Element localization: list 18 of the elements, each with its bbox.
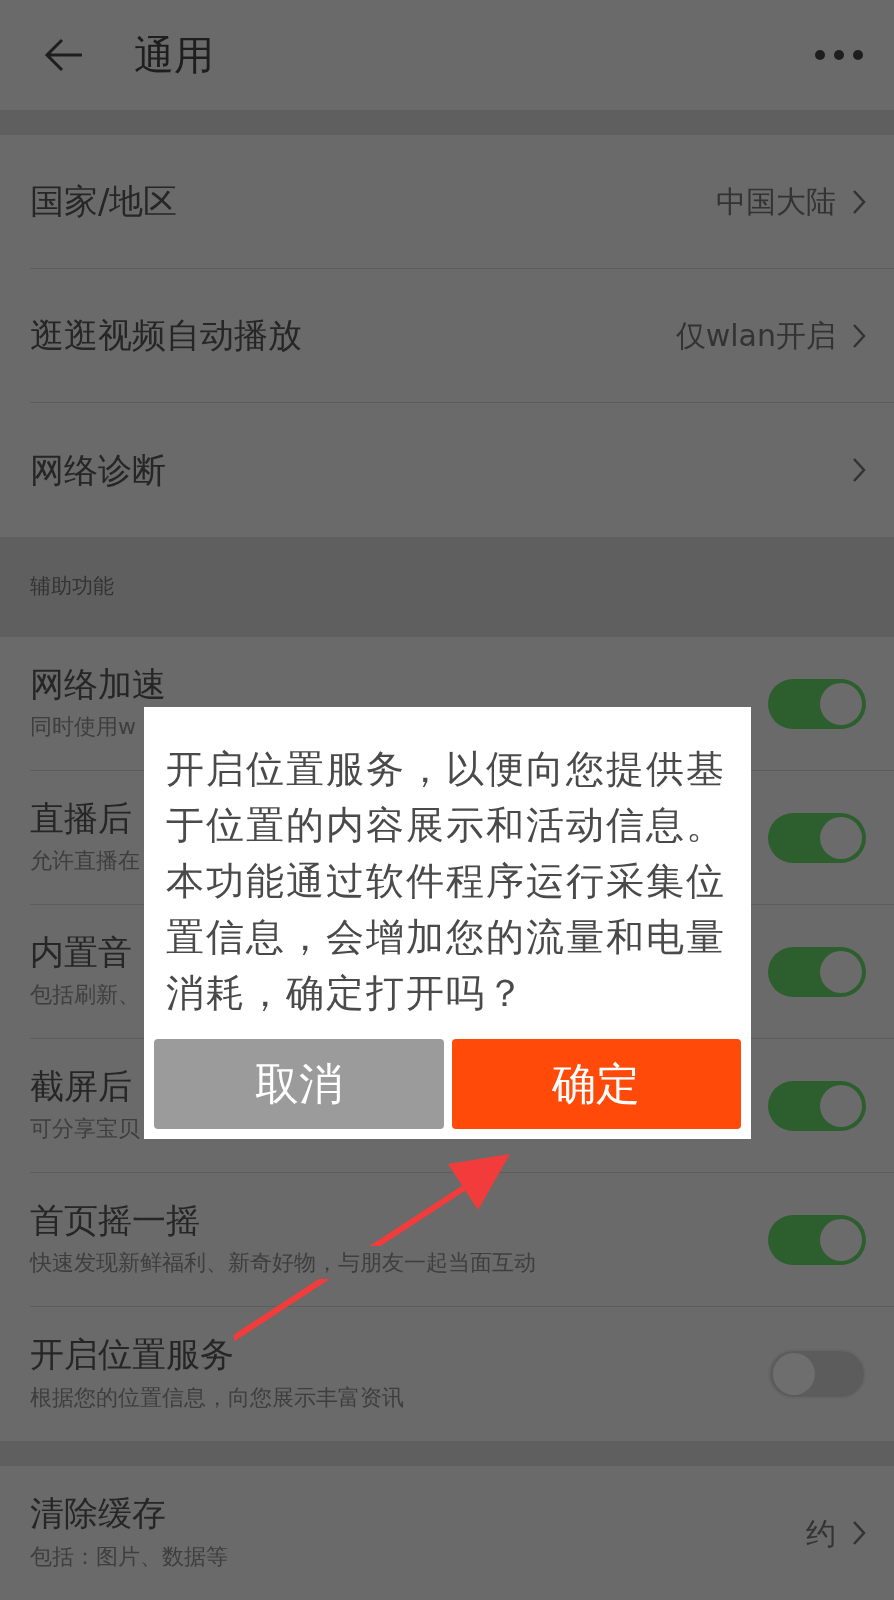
back-icon[interactable]	[44, 38, 84, 72]
toggle-switch[interactable]	[768, 946, 866, 997]
toggle-switch[interactable]	[768, 1214, 866, 1265]
chevron-icon	[852, 188, 866, 215]
chevron-icon	[852, 457, 866, 483]
chevron-icon	[852, 1520, 866, 1546]
settings-row[interactable]: 网络诊断	[30, 403, 894, 537]
page-title: 通用	[134, 31, 214, 80]
cancel-button[interactable]: 取消	[154, 1039, 444, 1129]
row-title: 逛逛视频自动播放	[30, 315, 302, 356]
confirm-button[interactable]: 确定	[451, 1039, 741, 1129]
more-icon[interactable]	[814, 49, 864, 61]
toggle-switch[interactable]	[768, 812, 866, 863]
toggle-switch[interactable]	[768, 678, 866, 729]
row-value: 约	[806, 1514, 836, 1553]
chevron-icon	[852, 322, 866, 349]
dialog-message: 开启位置服务，以便向您提供基于位置的内容展示和活动信息。本功能通过软件程序运行采集位置信息，会增加您的流量和电量消耗，确定打开吗？	[165, 746, 727, 1017]
toggle-switch[interactable]	[768, 1080, 866, 1131]
